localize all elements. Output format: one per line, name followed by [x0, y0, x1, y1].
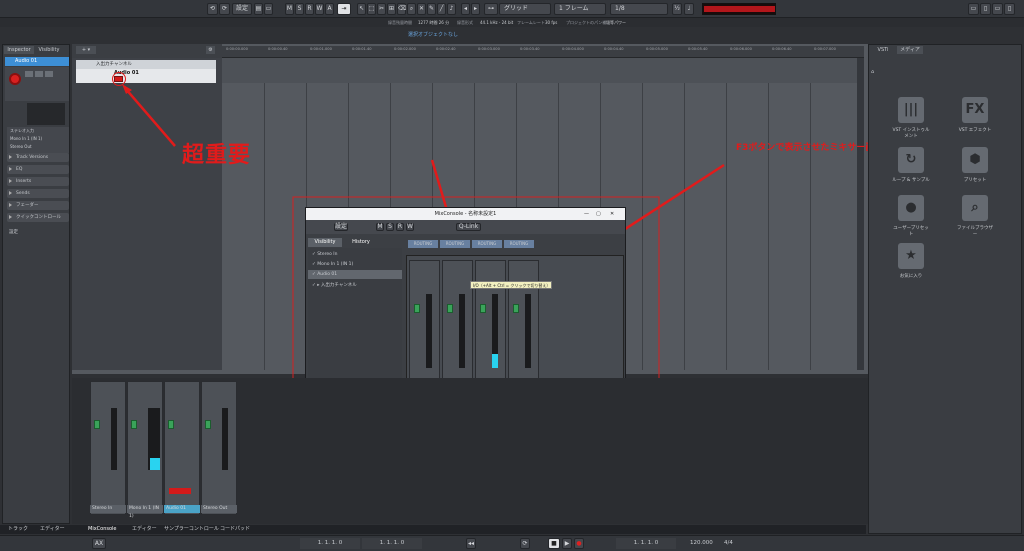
tab-media[interactable]: メディア	[897, 46, 923, 54]
tab-editor[interactable]: エディター	[40, 525, 65, 534]
lower-fader[interactable]	[131, 420, 137, 429]
media-item[interactable]: ⬢ プリセット	[955, 147, 995, 183]
mixconsole-title: MixConsole - 名称未設定1	[434, 211, 497, 217]
media-item[interactable]: ||| VST インストゥルメント	[891, 97, 931, 139]
mixconsole-titlebar: MixConsole - 名称未設定1 — ▢ ✕	[306, 208, 625, 220]
tab-mixconsole[interactable]: MixConsole	[88, 525, 117, 534]
cycle-icon[interactable]: ⟳	[520, 538, 530, 549]
routing-button[interactable]: ROUTING	[504, 240, 534, 248]
loop-icon: ↻	[898, 147, 924, 173]
channel-fader[interactable]	[414, 304, 420, 313]
mixconsole-toolbar: 設定 M S R W Q-Link	[306, 220, 625, 234]
media-item[interactable]: ● ユーザープリセット	[891, 195, 931, 237]
stop-icon[interactable]: ■	[548, 538, 560, 549]
mix-m-button[interactable]: M	[376, 223, 384, 231]
channel-meter	[492, 294, 498, 368]
left-locator[interactable]: 1. 1. 1. 0	[300, 538, 360, 549]
tab-sampler-control[interactable]: サンプラーコントロール	[164, 525, 219, 534]
tab-vsti[interactable]: VSTi	[871, 46, 895, 54]
channel-meter	[459, 294, 465, 368]
channel-meter	[426, 294, 432, 368]
media-item[interactable]: ⌕ ファイルブラウザー	[955, 195, 995, 237]
home-icon[interactable]: ⌂	[871, 69, 877, 75]
lower-record-button[interactable]	[169, 488, 191, 494]
piano-icon: |||	[898, 97, 924, 123]
channel-fader[interactable]	[447, 304, 453, 313]
lower-fader[interactable]	[94, 420, 100, 429]
lower-strip	[90, 381, 126, 515]
lower-meter	[111, 408, 117, 470]
tempo-display[interactable]: 120.000	[690, 538, 722, 549]
mix-r-button[interactable]: R	[396, 223, 404, 231]
right-locator[interactable]: 1. 1. 1. 0	[362, 538, 422, 549]
routing-button[interactable]: ROUTING	[408, 240, 438, 248]
fx-icon: FX	[962, 97, 988, 123]
close-icon[interactable]: ✕	[610, 208, 614, 220]
star-icon: ★	[898, 243, 924, 269]
media-panel: VSTi メディア ⌂ ||| VST インストゥルメント FX VST エフェクト…	[868, 44, 1022, 534]
tab-mix-visibility[interactable]: Visibility	[308, 238, 342, 247]
tab-editor-2[interactable]: エディター	[132, 525, 157, 534]
vis-item[interactable]: ✓ Mono In 1 (IN 1)	[312, 262, 353, 267]
vis-item[interactable]: ✓ ▸ 入出力チャンネル	[312, 282, 357, 288]
routing-button[interactable]: ROUTING	[440, 240, 470, 248]
play-icon[interactable]: ▶	[562, 538, 572, 549]
lower-strip-name-selected: Audio 01	[164, 505, 200, 513]
rewind-icon[interactable]: ◂◂	[466, 538, 476, 549]
lower-strip-name: Mono In 1 (IN 1)	[127, 505, 163, 519]
lower-fader[interactable]	[205, 420, 211, 429]
vis-item[interactable]: ✓ Stereo In	[312, 252, 337, 257]
minimize-icon[interactable]: —	[584, 208, 589, 220]
routing-button[interactable]: ROUTING	[472, 240, 502, 248]
lower-meter	[222, 408, 228, 470]
channel-meter	[525, 294, 531, 368]
channel-fader[interactable]	[513, 304, 519, 313]
mix-s-button[interactable]: S	[386, 223, 394, 231]
bottom-tab-bar: トラック エディター MixConsole エディター サンプラーコントロール …	[0, 525, 866, 534]
maximize-icon[interactable]: ▢	[596, 208, 601, 220]
vis-item-selected[interactable]: ✓ Audio 01	[308, 270, 402, 279]
ax-button[interactable]: AX	[92, 538, 106, 549]
lower-strip	[164, 381, 200, 515]
user-preset-icon: ●	[898, 195, 924, 221]
tab-chord-pads[interactable]: コードパッド	[220, 525, 250, 534]
lower-fader[interactable]	[168, 420, 174, 429]
tab-tracks[interactable]: トラック	[8, 525, 28, 534]
tab-mix-history[interactable]: History	[344, 238, 378, 247]
media-item[interactable]: ★ お気に入り	[891, 243, 931, 279]
mix-preset-button[interactable]: 設定	[334, 223, 348, 231]
record-icon[interactable]: ●	[574, 538, 584, 549]
signature-display[interactable]: 4/4	[724, 538, 740, 549]
transport-bar: AX 1. 1. 1. 0 1. 1. 1. 0 ◂◂ ⟳ ■ ▶ ● 1. 1…	[0, 535, 1024, 551]
lower-strip-name: Stereo In	[90, 505, 126, 513]
position-display[interactable]: 1. 1. 1. 0	[616, 538, 676, 549]
lower-meter	[150, 408, 160, 470]
q-link-button[interactable]: Q-Link	[456, 223, 481, 231]
lower-strip	[201, 381, 237, 515]
channel-fader[interactable]	[480, 304, 486, 313]
media-item[interactable]: ↻ ループ & サンプル	[891, 147, 931, 183]
media-item[interactable]: FX VST エフェクト	[955, 97, 995, 133]
preset-icon: ⬢	[962, 147, 988, 173]
record-tooltip: I/O（+Alt + Ctrl = クリックで切り替え）	[470, 281, 552, 289]
mix-w-button[interactable]: W	[406, 223, 414, 231]
lower-strip-name: Stereo Out	[201, 505, 237, 513]
file-browser-icon: ⌕	[962, 195, 988, 221]
